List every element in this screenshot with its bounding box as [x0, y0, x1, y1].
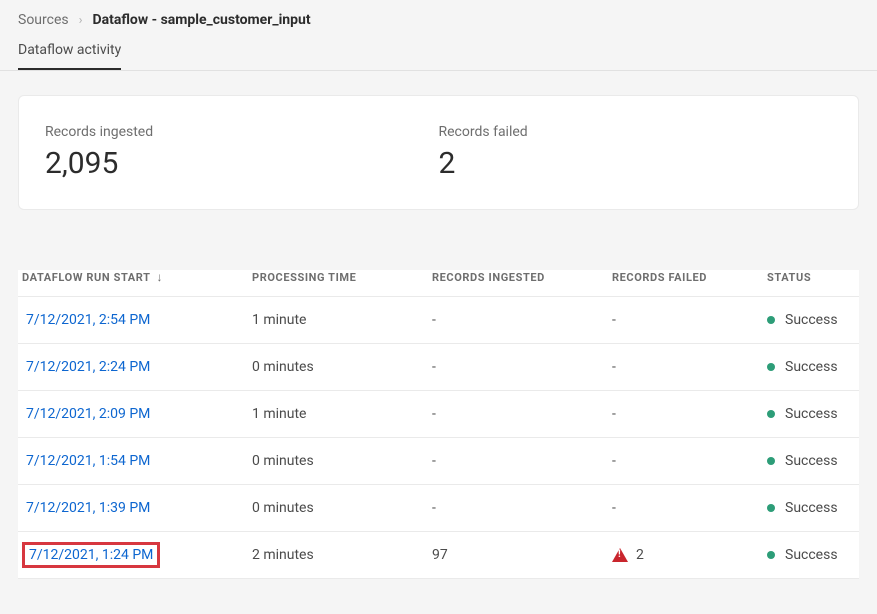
run-start-link[interactable]: 7/12/2021, 2:54 PM	[22, 310, 154, 330]
stats-card: Records ingested 2,095 Records failed 2	[18, 95, 859, 210]
stat-ingested-label: Records ingested	[45, 124, 439, 140]
status-label: Success	[785, 312, 838, 328]
status-label: Success	[785, 406, 838, 422]
tabs: Dataflow activity	[18, 42, 859, 70]
records-failed-cell: -	[612, 500, 767, 516]
status-cell: Success	[767, 406, 855, 422]
table-row: 7/12/2021, 1:54 PM0 minutes--Success	[18, 438, 859, 485]
run-start-link[interactable]: 7/12/2021, 2:24 PM	[22, 357, 154, 377]
status-dot-icon	[767, 316, 775, 324]
arrow-down-icon: ↓	[157, 270, 164, 284]
table-row: 7/12/2021, 2:09 PM1 minute--Success	[18, 391, 859, 438]
processing-time-cell: 0 minutes	[252, 500, 432, 516]
records-failed-cell: -	[612, 312, 767, 328]
processing-time-cell: 0 minutes	[252, 453, 432, 469]
run-start-link[interactable]: 7/12/2021, 1:39 PM	[22, 498, 154, 518]
records-failed-cell: -	[612, 453, 767, 469]
stat-failed-value: 2	[439, 146, 833, 181]
status-dot-icon	[767, 410, 775, 418]
th-records-ingested[interactable]: RECORDS INGESTED	[432, 271, 612, 284]
th-records-failed[interactable]: RECORDS FAILED	[612, 271, 767, 284]
records-ingested-cell: -	[432, 406, 612, 422]
stat-failed-label: Records failed	[439, 124, 833, 140]
th-run-start-label: DATAFLOW RUN START	[22, 271, 151, 284]
status-label: Success	[785, 453, 838, 469]
run-start-link[interactable]: 7/12/2021, 2:09 PM	[22, 404, 154, 424]
records-failed-cell: 2	[612, 547, 767, 563]
stat-records-failed: Records failed 2	[439, 124, 833, 181]
runs-table: DATAFLOW RUN START ↓ PROCESSING TIME REC…	[18, 270, 859, 579]
breadcrumb: Sources › Dataflow - sample_customer_inp…	[18, 12, 859, 28]
processing-time-cell: 0 minutes	[252, 359, 432, 375]
table-row: 7/12/2021, 1:24 PM 2 minutes97 2 Success	[18, 532, 859, 579]
records-failed-cell: -	[612, 406, 767, 422]
th-run-start[interactable]: DATAFLOW RUN START ↓	[22, 270, 252, 284]
table-row: 7/12/2021, 2:24 PM0 minutes--Success	[18, 344, 859, 391]
processing-time-cell: 2 minutes	[252, 547, 432, 563]
status-dot-icon	[767, 551, 775, 559]
run-start-link[interactable]: 7/12/2021, 1:54 PM	[22, 451, 154, 471]
records-failed-count: 2	[636, 547, 644, 563]
run-start-link[interactable]: 7/12/2021, 1:24 PM	[22, 542, 160, 568]
status-label: Success	[785, 359, 838, 375]
status-cell: Success	[767, 453, 855, 469]
chevron-right-icon: ›	[79, 13, 83, 28]
status-cell: Success	[767, 312, 855, 328]
status-label: Success	[785, 500, 838, 516]
breadcrumb-current: Dataflow - sample_customer_input	[93, 12, 311, 28]
records-ingested-cell: -	[432, 453, 612, 469]
th-status[interactable]: STATUS	[767, 271, 855, 284]
stat-ingested-value: 2,095	[45, 146, 439, 181]
records-ingested-cell: -	[432, 312, 612, 328]
status-cell: Success	[767, 359, 855, 375]
tab-dataflow-activity[interactable]: Dataflow activity	[18, 42, 121, 70]
processing-time-cell: 1 minute	[252, 312, 432, 328]
status-label: Success	[785, 547, 838, 563]
status-cell: Success	[767, 500, 855, 516]
records-failed-cell: -	[612, 359, 767, 375]
status-dot-icon	[767, 504, 775, 512]
table-header-row: DATAFLOW RUN START ↓ PROCESSING TIME REC…	[18, 270, 859, 297]
processing-time-cell: 1 minute	[252, 406, 432, 422]
stat-records-ingested: Records ingested 2,095	[45, 124, 439, 181]
table-row: 7/12/2021, 2:54 PM1 minute--Success	[18, 297, 859, 344]
records-ingested-cell: 97	[432, 547, 612, 563]
warning-icon	[612, 548, 628, 562]
status-cell: Success	[767, 547, 855, 563]
records-ingested-cell: -	[432, 359, 612, 375]
th-processing-time[interactable]: PROCESSING TIME	[252, 271, 432, 284]
table-row: 7/12/2021, 1:39 PM0 minutes--Success	[18, 485, 859, 532]
status-dot-icon	[767, 457, 775, 465]
status-dot-icon	[767, 363, 775, 371]
records-ingested-cell: -	[432, 500, 612, 516]
breadcrumb-sources-link[interactable]: Sources	[18, 12, 69, 28]
